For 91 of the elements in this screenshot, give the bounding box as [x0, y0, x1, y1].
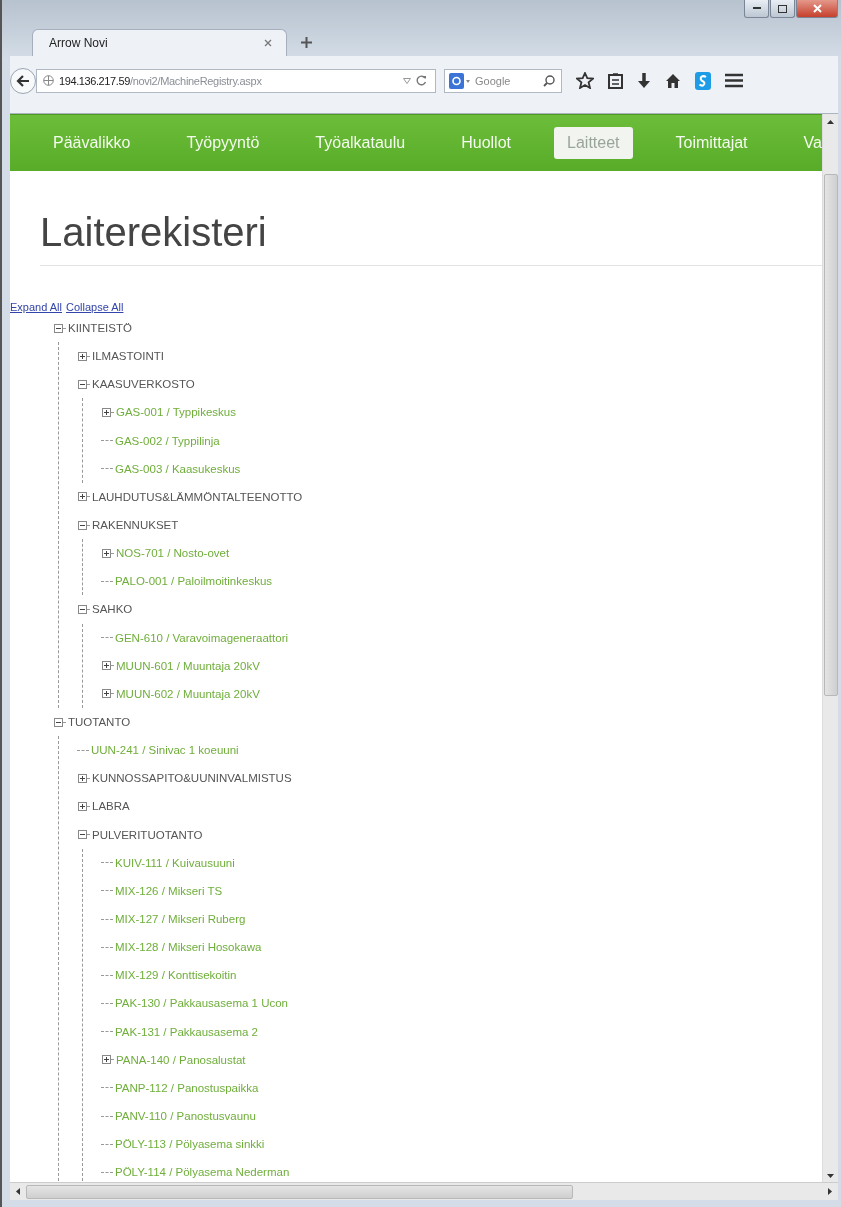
device-node[interactable]: KUIV-111 / Kuivausuuni — [113, 856, 235, 869]
address-field[interactable]: 194.136.217.59/novi2/MachineRegistry.aspx — [36, 68, 436, 93]
device-node[interactable]: PALO-001 / Paloilmoitinkeskus — [113, 575, 273, 588]
search-engine-icon[interactable] — [449, 72, 471, 89]
collapse-icon[interactable] — [54, 323, 63, 333]
device-node[interactable]: GEN-610 / Varavoimageneraattori — [113, 631, 288, 644]
search-field[interactable]: Google — [444, 68, 562, 93]
category-node[interactable]: LAUHDUTUS&LÄMMÖNTALTEENOTTO — [90, 490, 303, 503]
scroll-right-icon[interactable] — [828, 1188, 832, 1195]
new-tab-icon[interactable] — [301, 37, 312, 48]
category-node[interactable]: KUNNOSSAPITO&UUNINVALMISTUS — [90, 772, 292, 785]
expand-icon[interactable] — [102, 548, 111, 558]
device-node[interactable]: MIX-127 / Mikseri Ruberg — [113, 913, 246, 925]
expand-icon[interactable] — [78, 773, 87, 783]
back-button[interactable] — [10, 67, 36, 94]
close-icon — [812, 4, 822, 13]
url-host: 194.136.217.59 — [59, 74, 130, 87]
nav-tab[interactable]: Va — [790, 127, 822, 159]
search-icon[interactable] — [543, 74, 555, 87]
category-node[interactable]: RAKENNUKSET — [90, 519, 179, 532]
device-node[interactable]: NOS-701 / Nosto-ovet — [114, 547, 230, 560]
expand-icon[interactable] — [102, 661, 111, 671]
download-icon[interactable] — [637, 72, 651, 89]
device-node[interactable]: GAS-001 / Typpikeskus — [114, 406, 236, 419]
device-node[interactable]: MIX-128 / Mikseri Hosokawa — [113, 941, 262, 954]
device-node[interactable]: GAS-002 / Typpilinja — [113, 434, 220, 447]
device-node[interactable]: MIX-129 / Konttisekoitin — [113, 969, 237, 982]
back-arrow-icon — [16, 74, 30, 87]
device-node[interactable]: PAK-131 / Pakkausasema 2 — [113, 1025, 258, 1038]
expand-icon[interactable] — [102, 1055, 111, 1065]
device-node[interactable]: PAK-130 / Pakkausasema 1 Ucon — [113, 997, 289, 1010]
reload-icon[interactable] — [416, 75, 427, 86]
minimize-icon — [752, 7, 761, 10]
scroll-thumb[interactable] — [26, 1184, 573, 1199]
category-node[interactable]: ILMASTOINTI — [90, 350, 164, 363]
close-window-button[interactable] — [796, 0, 838, 18]
chat-app-icon[interactable] — [695, 71, 711, 90]
close-tab-icon[interactable] — [264, 39, 272, 47]
device-node[interactable]: MUUN-601 / Muuntaja 20kV — [114, 659, 260, 672]
expand-icon[interactable] — [78, 351, 87, 361]
star-icon[interactable] — [576, 72, 594, 89]
nav-tab[interactable]: Laitteet — [554, 127, 633, 159]
maximize-icon — [778, 4, 787, 13]
category-node[interactable]: TUOTANTO — [66, 716, 131, 729]
maximize-button[interactable] — [770, 0, 795, 18]
collapse-icon[interactable] — [78, 604, 87, 614]
collapse-icon[interactable] — [78, 830, 87, 840]
horizontal-scrollbar[interactable] — [10, 1182, 838, 1200]
scroll-left-icon[interactable] — [16, 1188, 20, 1195]
tree-link[interactable]: Collapse All — [66, 300, 124, 314]
tree-link[interactable]: Expand All — [10, 300, 62, 314]
scroll-down-icon[interactable] — [827, 1174, 834, 1178]
device-node[interactable]: PANV-110 / Panostusvaunu — [113, 1110, 256, 1122]
tab-title: Arrow Novi — [49, 36, 108, 50]
search-placeholder: Google — [475, 74, 511, 87]
url-path: /novi2/MachineRegistry.aspx — [129, 74, 262, 87]
category-node[interactable]: SAHKO — [90, 603, 133, 616]
nav-tab[interactable]: Työalkataulu — [302, 127, 419, 159]
collapse-icon[interactable] — [78, 379, 87, 389]
device-node[interactable]: PANA-140 / Panosalustat — [114, 1053, 246, 1066]
expand-icon[interactable] — [102, 408, 111, 417]
menu-icon[interactable] — [725, 73, 743, 88]
clipboard-icon[interactable] — [608, 72, 623, 89]
nav-tab[interactable]: Toimittajat — [662, 127, 761, 159]
collapse-icon[interactable] — [78, 520, 87, 530]
dropdown-icon[interactable] — [403, 77, 411, 84]
collapse-icon[interactable] — [54, 717, 63, 727]
home-icon[interactable] — [665, 72, 681, 89]
category-node[interactable]: KIINTEISTÖ — [66, 322, 132, 335]
expand-icon[interactable] — [78, 801, 87, 811]
minimize-button[interactable] — [744, 0, 769, 18]
category-node[interactable]: LABRA — [90, 800, 130, 813]
globe-icon — [43, 75, 54, 86]
category-node[interactable]: PULVERITUOTANTO — [90, 828, 203, 841]
device-node[interactable]: PANP-112 / Panostuspaikka — [113, 1081, 259, 1094]
device-node[interactable]: GAS-003 / Kaasukeskus — [113, 462, 241, 475]
device-node[interactable]: UUN-241 / Sinivac 1 koeuuni — [89, 744, 239, 757]
nav-tab[interactable]: Päävalikko — [40, 127, 144, 159]
expand-icon[interactable] — [102, 689, 111, 699]
scroll-thumb[interactable] — [823, 174, 838, 696]
vertical-scrollbar[interactable] — [822, 114, 838, 1182]
nav-tab[interactable]: Huollot — [448, 127, 524, 159]
device-node[interactable]: MUUN-602 / Muuntaja 20kV — [114, 687, 260, 700]
category-node[interactable]: KAASUVERKOSTO — [90, 378, 195, 391]
nav-tab[interactable]: Työpyyntö — [173, 127, 273, 159]
browser-tab[interactable]: Arrow Novi — [32, 29, 287, 56]
device-node[interactable]: MIX-126 / Mikseri TS — [113, 884, 223, 897]
device-node[interactable]: PÖLY-113 / Pölyasema sinkki — [113, 1138, 265, 1151]
expand-icon[interactable] — [78, 492, 87, 502]
device-node[interactable]: PÖLY-114 / Pölyasema Nederman — [113, 1166, 290, 1179]
scroll-up-icon[interactable] — [827, 120, 834, 124]
